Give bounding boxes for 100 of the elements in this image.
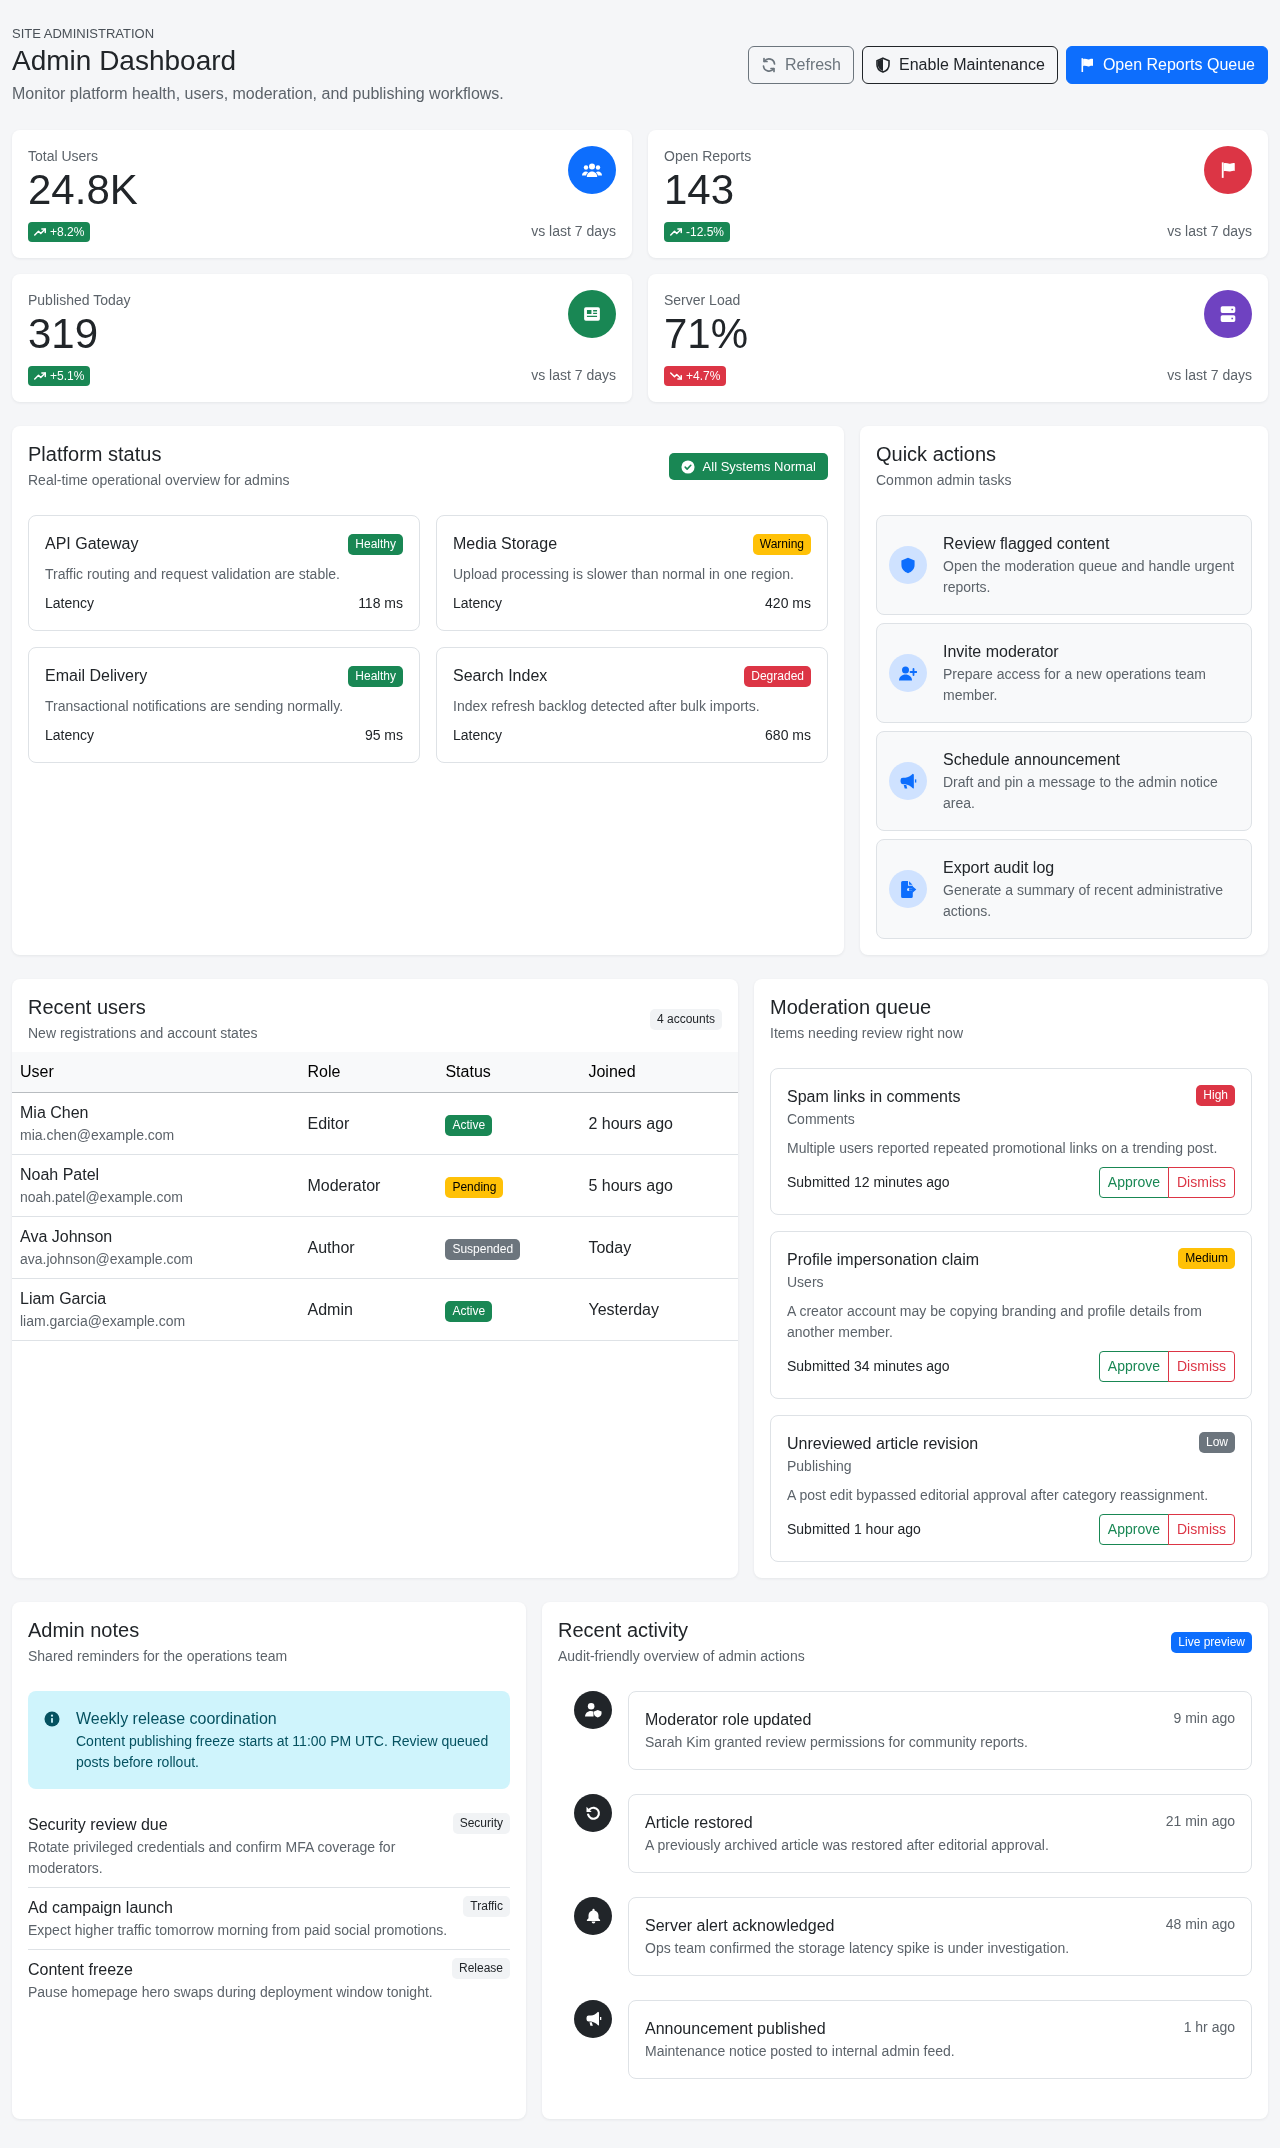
stat-label: Total Users bbox=[28, 147, 100, 166]
activity-description: Sarah Kim granted review permissions for community reports. bbox=[645, 1733, 1029, 1752]
panel-title: Quick actions bbox=[876, 442, 998, 466]
metric-value: 680 ms bbox=[765, 726, 811, 745]
change-value: +5.1% bbox=[50, 367, 85, 384]
service-name: Email Delivery bbox=[45, 666, 148, 686]
status-badge: Warning bbox=[752, 533, 811, 555]
activity-title: Announcement published bbox=[645, 2019, 826, 2039]
service-name: Media Storage bbox=[453, 534, 558, 554]
panel-subtitle: Real-time operational overview for admins bbox=[28, 471, 290, 490]
page-subtitle: Monitor platform health, users, moderation, and publishing workflows. bbox=[12, 84, 504, 104]
panel-title: Moderation queue bbox=[770, 995, 933, 1019]
person-plus-icon bbox=[889, 654, 927, 692]
note-tag: Traffic bbox=[463, 1896, 510, 1917]
joined-time: Yesterday bbox=[580, 1278, 738, 1341]
comparison-period: vs last 7 days bbox=[1167, 222, 1252, 241]
column-header: Status bbox=[437, 1052, 581, 1093]
user-role: Moderator bbox=[299, 1154, 438, 1217]
note-title: Content freeze bbox=[28, 1960, 134, 1980]
panel-title: Recent activity bbox=[558, 1618, 690, 1642]
action-title: Review flagged content bbox=[943, 534, 1111, 554]
panel-title: Admin notes bbox=[28, 1618, 141, 1642]
stat-value: 71% bbox=[664, 311, 749, 357]
dismiss-button[interactable]: Dismiss bbox=[1168, 1514, 1235, 1545]
file-export-icon bbox=[889, 870, 927, 908]
joined-time: Today bbox=[580, 1216, 738, 1279]
comparison-period: vs last 7 days bbox=[531, 222, 616, 241]
status-badge: Active bbox=[445, 1300, 493, 1322]
user-name: Noah Patel bbox=[20, 1165, 101, 1185]
activity-time: 9 min ago bbox=[1173, 1709, 1235, 1728]
report-category: Publishing bbox=[787, 1457, 853, 1476]
service-name: Search Index bbox=[453, 666, 548, 686]
account-count: 4 accounts bbox=[649, 1009, 722, 1030]
quick-action[interactable]: Review flagged content Open the moderation queue and handle urgent reports. bbox=[876, 515, 1252, 615]
status-badge: Active bbox=[445, 1114, 493, 1136]
eyebrow-label: SITE ADMINISTRATION bbox=[12, 25, 156, 43]
dismiss-button[interactable]: Dismiss bbox=[1168, 1351, 1235, 1382]
refresh-button[interactable]: Refresh bbox=[748, 46, 854, 84]
stat-label: Open Reports bbox=[664, 147, 752, 166]
stat-value: 319 bbox=[28, 311, 100, 357]
activity-time: 1 hr ago bbox=[1183, 2018, 1235, 2037]
user-email: ava.johnson@example.com bbox=[20, 1250, 194, 1269]
info-icon bbox=[44, 1711, 60, 1727]
submitted-time: Submitted 34 minutes ago bbox=[787, 1357, 950, 1376]
quick-action[interactable]: Invite moderator Prepare access for a new operations team member. bbox=[876, 623, 1252, 723]
priority-badge: Medium bbox=[1178, 1248, 1235, 1269]
report-description: Multiple users reported repeated promotional links on a trending post. bbox=[787, 1139, 1219, 1158]
approve-button[interactable]: Approve bbox=[1098, 1351, 1169, 1382]
panel-title: Platform status bbox=[28, 442, 163, 466]
report-title: Spam links in comments bbox=[787, 1087, 961, 1107]
metric-value: 118 ms bbox=[358, 594, 403, 613]
status-badge: Healthy bbox=[348, 533, 403, 555]
trend-up-icon bbox=[34, 225, 46, 238]
bell-icon bbox=[574, 1897, 612, 1935]
trend-up-icon bbox=[34, 369, 46, 382]
live-preview-badge: Live preview bbox=[1171, 1632, 1252, 1653]
maintenance-button[interactable]: Enable Maintenance bbox=[862, 46, 1058, 84]
action-description: Open the moderation queue and handle urgent reports. bbox=[943, 557, 1236, 597]
note-title: Security review due bbox=[28, 1815, 169, 1835]
stat-value: 24.8K bbox=[28, 167, 138, 213]
user-email: mia.chen@example.com bbox=[20, 1126, 176, 1145]
dismiss-button[interactable]: Dismiss bbox=[1168, 1167, 1235, 1198]
reports-queue-button[interactable]: Open Reports Queue bbox=[1065, 46, 1268, 84]
quick-action[interactable]: Schedule announcement Draft and pin a message to the admin notice area. bbox=[876, 731, 1252, 831]
service-description: Upload processing is slower than normal in one region. bbox=[453, 565, 795, 584]
activity-time: 48 min ago bbox=[1165, 1915, 1235, 1934]
activity-description: Maintenance notice posted to internal admin feed. bbox=[645, 2042, 956, 2061]
panel-subtitle: Items needing review right now bbox=[770, 1024, 963, 1043]
report-description: A post edit bypassed editorial approval after category reassignment. bbox=[787, 1486, 1210, 1505]
change-value: +4.7% bbox=[686, 367, 721, 384]
note-tag: Release bbox=[451, 1958, 510, 1979]
report-category: Comments bbox=[787, 1110, 856, 1129]
trend-down-icon bbox=[670, 369, 682, 382]
refresh-icon bbox=[761, 57, 777, 73]
stat-label: Published Today bbox=[28, 291, 131, 310]
action-description: Prepare access for a new operations team member. bbox=[943, 665, 1208, 705]
report-title: Unreviewed article revision bbox=[787, 1434, 979, 1454]
comparison-period: vs last 7 days bbox=[1167, 366, 1252, 385]
action-title: Export audit log bbox=[943, 858, 1056, 878]
service-name: API Gateway bbox=[45, 534, 139, 554]
user-role: Admin bbox=[299, 1278, 438, 1341]
activity-title: Article restored bbox=[645, 1813, 753, 1833]
column-header: User bbox=[12, 1052, 300, 1093]
metric-label: Latency bbox=[453, 594, 503, 613]
metric-value: 95 ms bbox=[364, 726, 403, 745]
action-title: Invite moderator bbox=[943, 642, 1060, 662]
panel-subtitle: New registrations and account states bbox=[28, 1024, 258, 1043]
page-title: Admin Dashboard bbox=[12, 44, 238, 78]
quick-action[interactable]: Export audit log Generate a summary of recent administrative actions. bbox=[876, 839, 1252, 939]
shield-icon bbox=[889, 546, 927, 584]
change-value: +8.2% bbox=[50, 223, 85, 240]
service-description: Index refresh backlog detected after bulk imports. bbox=[453, 697, 761, 716]
panel-subtitle: Common admin tasks bbox=[876, 471, 1012, 490]
action-description: Generate a summary of recent administrative actions. bbox=[943, 881, 1225, 921]
priority-badge: Low bbox=[1199, 1432, 1235, 1453]
metric-label: Latency bbox=[45, 726, 95, 745]
note-title: Ad campaign launch bbox=[28, 1898, 174, 1918]
panel-subtitle: Audit-friendly overview of admin actions bbox=[558, 1647, 805, 1666]
approve-button[interactable]: Approve bbox=[1098, 1514, 1169, 1545]
approve-button[interactable]: Approve bbox=[1098, 1167, 1169, 1198]
